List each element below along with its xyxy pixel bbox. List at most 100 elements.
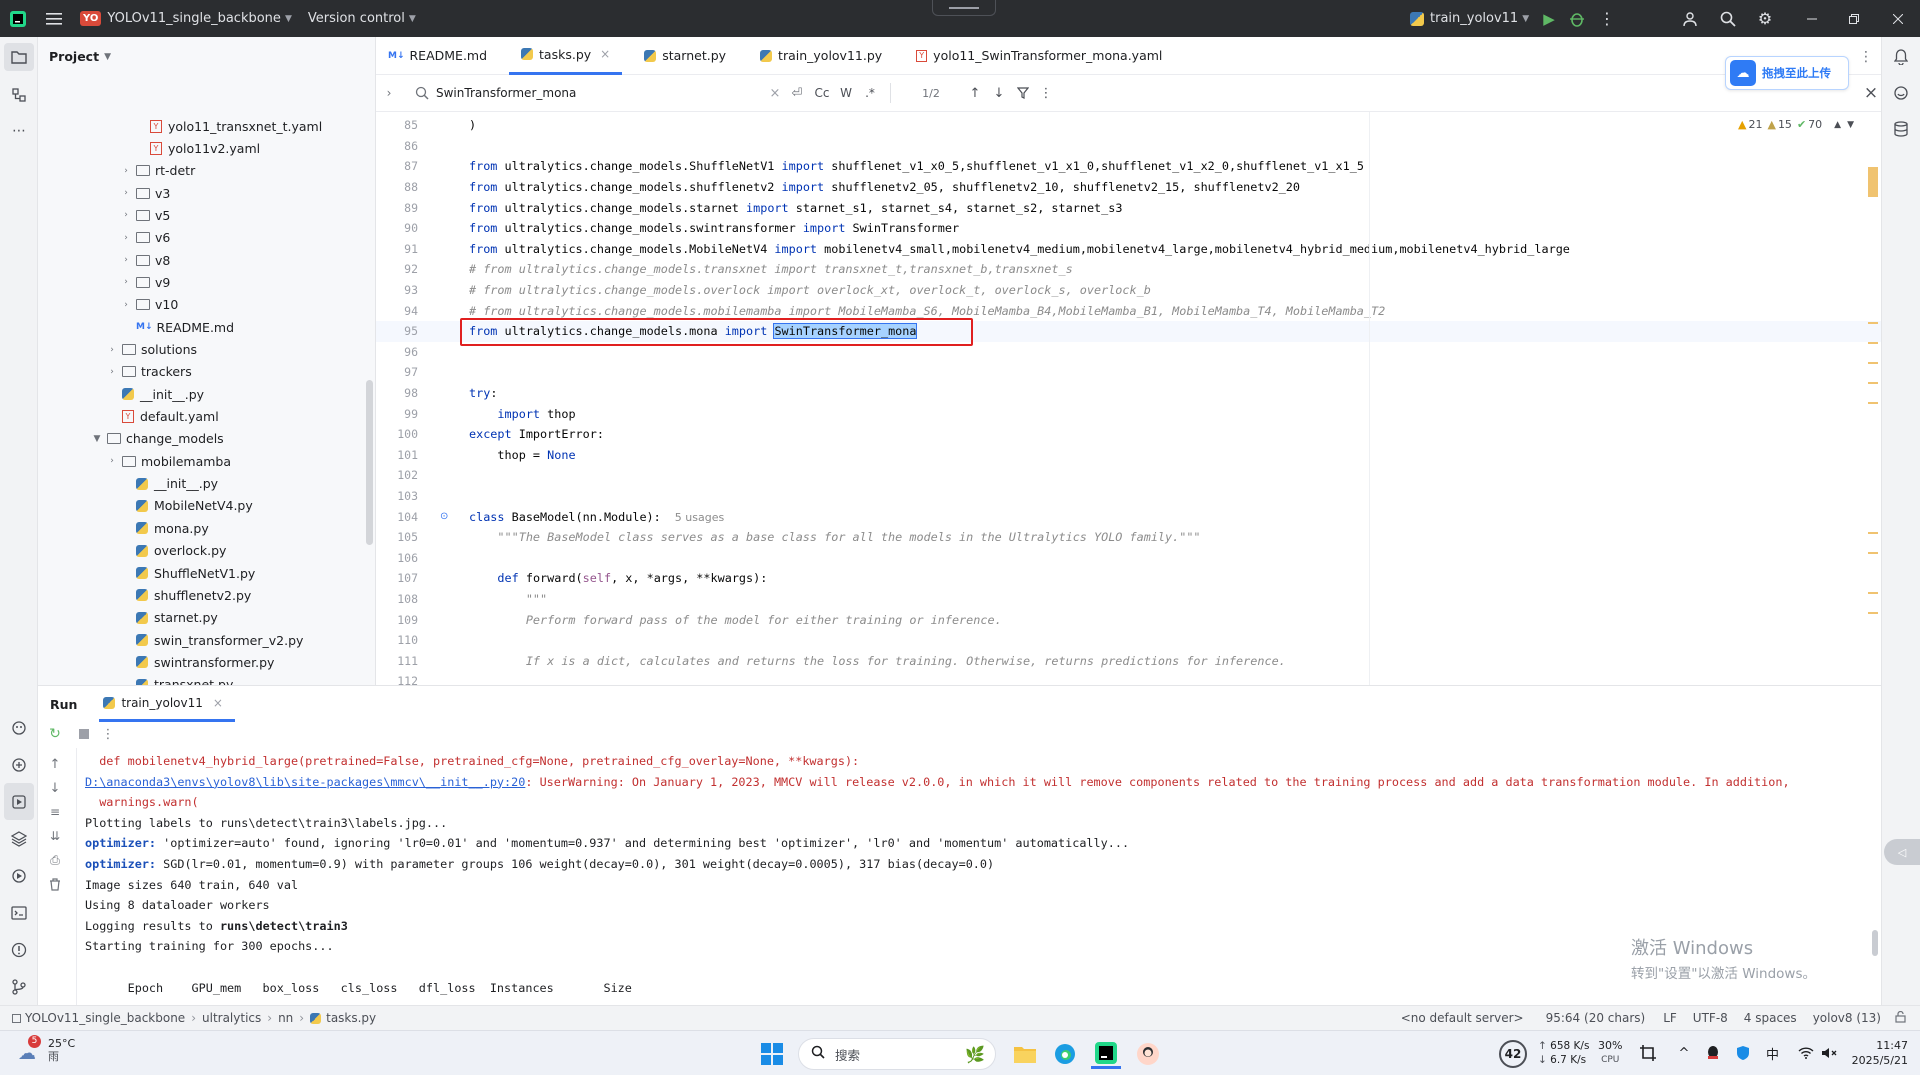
chevron-up-icon[interactable]: ▲ (1834, 120, 1841, 130)
window-drag-handle[interactable] (932, 0, 996, 16)
console-output[interactable]: def mobilenetv4_hybrid_large(pretrained=… (76, 748, 1881, 1006)
usages-hint[interactable]: 5 usages (675, 511, 724, 524)
run-panel-title[interactable]: Run (50, 697, 77, 712)
editor-tab[interactable]: Yyolo11_SwinTransformer_mona.yaml (904, 37, 1174, 75)
avatar-app-icon[interactable] (1133, 1039, 1163, 1069)
tree-item[interactable]: MobileNetV4.py (119, 495, 253, 517)
editor-tab[interactable]: starnet.py (632, 37, 738, 75)
indent-setting[interactable]: 4 spaces (1744, 1011, 1797, 1025)
terminal-icon[interactable] (0, 894, 38, 931)
breadcrumb-item[interactable]: nn (278, 1011, 293, 1025)
chevron-right-icon[interactable]: › (119, 233, 133, 243)
soft-wrap-icon[interactable]: ≡ (38, 800, 72, 824)
tree-item[interactable]: Yyolo11v2.yaml (133, 137, 260, 159)
run-tool-icon[interactable] (4, 783, 34, 820)
find-input[interactable] (436, 86, 766, 100)
ai-assistant-icon[interactable] (1882, 75, 1920, 111)
more-vertical-icon[interactable]: ⋮ (1594, 0, 1620, 37)
tree-item[interactable]: › v3 (119, 182, 170, 204)
wifi-icon[interactable] (1795, 1041, 1817, 1065)
chevron-right-icon[interactable]: › (105, 456, 119, 466)
pycharm-taskbar-icon[interactable] (1091, 1039, 1121, 1069)
close-find-icon[interactable]: × (1862, 83, 1880, 103)
notifications-bell-icon[interactable] (1882, 39, 1920, 75)
chevron-right-icon[interactable]: › (119, 300, 133, 310)
console-file-link[interactable]: D:\anaconda3\envs\yolov8\lib\site-packag… (85, 775, 525, 789)
tree-item[interactable]: ShuffleNetV1.py (119, 562, 255, 584)
words-toggle[interactable]: W (834, 86, 858, 100)
console-vscrollbar[interactable] (1872, 930, 1878, 956)
tree-item[interactable]: › v10 (119, 294, 178, 316)
chevron-down-icon[interactable]: ▼ (90, 434, 104, 444)
run-config-selector[interactable]: train_yolov11 ▼ (1410, 0, 1529, 37)
scroll-up-icon[interactable]: ↑ (38, 752, 72, 776)
speaker-muted-icon[interactable] (1818, 1041, 1840, 1065)
server-status[interactable]: <no default server> (1401, 1011, 1524, 1025)
vcs-selector[interactable]: Version control ▼ (308, 11, 416, 26)
scroll-down-icon[interactable]: ↓ (38, 776, 72, 800)
add-user-icon[interactable] (1676, 0, 1706, 37)
more-vertical-icon[interactable]: ⋮ (1035, 86, 1057, 101)
chevron-right-icon[interactable]: › (105, 367, 119, 377)
close-window-icon[interactable] (1876, 0, 1920, 37)
chevron-right-icon[interactable]: › (119, 166, 133, 176)
file-encoding[interactable]: UTF-8 (1693, 1011, 1728, 1025)
tree-item[interactable]: overlock.py (119, 540, 226, 562)
problems-icon[interactable] (0, 931, 38, 968)
debug-icon[interactable] (1562, 0, 1592, 37)
chevron-right-icon[interactable]: › (119, 277, 133, 287)
new-line-icon[interactable]: ⏎ (784, 86, 810, 101)
tree-item[interactable]: mona.py (119, 517, 209, 539)
network-speed[interactable]: ↑ 658 K/s ↓ 6.7 K/s (1538, 1039, 1589, 1067)
tree-scrollbar[interactable] (366, 380, 373, 545)
main-menu-icon[interactable] (36, 0, 72, 37)
cpu-usage[interactable]: 30% CPU (1598, 1039, 1622, 1067)
trash-icon[interactable] (38, 872, 72, 896)
rerun-icon[interactable]: ↻ (38, 722, 72, 746)
implemented-gutter-icon[interactable]: ⊙ (440, 511, 448, 522)
tree-item[interactable]: ▼ change_models (90, 428, 224, 450)
filter-icon[interactable] (1011, 87, 1035, 99)
git-icon[interactable] (0, 968, 38, 1005)
ime-indicator[interactable]: 中 (1766, 1044, 1779, 1063)
project-folder-icon[interactable] (4, 43, 34, 71)
line-separator[interactable]: LF (1663, 1011, 1677, 1025)
clear-search-icon[interactable]: × (766, 86, 784, 101)
windows-start-icon[interactable] (758, 1040, 786, 1068)
editor-tab[interactable]: train_yolov11.py (748, 37, 894, 75)
minimize-icon[interactable] (1792, 0, 1832, 37)
debug-tool-icon[interactable] (0, 857, 38, 894)
match-case-toggle[interactable]: Cc (810, 86, 834, 100)
tree-item[interactable]: › solutions (105, 339, 197, 361)
screenshot-tool-icon[interactable] (1636, 1041, 1660, 1065)
tree-item[interactable]: Yyolo11_transxnet_t.yaml (133, 115, 322, 137)
inspection-widget[interactable]: ▲ 21 ▲ 15 ✔ 70 ▲ ▼ (1738, 118, 1854, 131)
chevron-down-icon[interactable]: ▼ (1847, 120, 1854, 130)
tree-item[interactable]: swin_transformer_v2.py (119, 629, 303, 651)
settings-gear-icon[interactable]: ⚙ (1750, 0, 1780, 37)
breadcrumb-item[interactable]: tasks.py (326, 1011, 376, 1025)
cursor-position[interactable]: 95:64 (20 chars) (1546, 1011, 1646, 1025)
restore-icon[interactable] (1834, 0, 1874, 37)
tree-item[interactable]: › rt-detr (119, 160, 195, 182)
tree-item[interactable]: Ydefault.yaml (105, 406, 219, 428)
file-explorer-icon[interactable] (1010, 1039, 1040, 1069)
chevron-right-icon[interactable]: › (376, 75, 402, 112)
tree-item[interactable]: starnet.py (119, 607, 218, 629)
arrow-down-icon[interactable]: ↓ (987, 86, 1011, 101)
breadcrumb-item[interactable]: YOLOv11_single_backbone (25, 1011, 185, 1025)
database-icon[interactable] (1882, 111, 1920, 147)
tree-item[interactable]: › v6 (119, 227, 170, 249)
more-vertical-icon[interactable]: ⋮ (96, 722, 120, 746)
breadcrumb-item[interactable]: ultralytics (202, 1011, 261, 1025)
run-icon[interactable]: ▶ (1534, 0, 1564, 37)
error-stripe[interactable] (1866, 112, 1880, 685)
lock-icon[interactable] (1895, 1010, 1906, 1026)
code-editor[interactable]: ▲ 21 ▲ 15 ✔ 70 ▲ ▼ 85) 86 87 from ultralytics.… (376, 112, 1881, 685)
project-selector[interactable]: YO YOLOv11_single_backbone ▼ (80, 11, 292, 26)
editor-tab[interactable]: M↓ README.md (376, 37, 499, 75)
tree-item[interactable]: shufflenetv2.py (119, 584, 251, 606)
editor-tab[interactable]: tasks.py × (509, 37, 623, 75)
tree-item[interactable]: swintransformer.py (119, 651, 274, 673)
close-tab-icon[interactable]: × (600, 47, 610, 61)
